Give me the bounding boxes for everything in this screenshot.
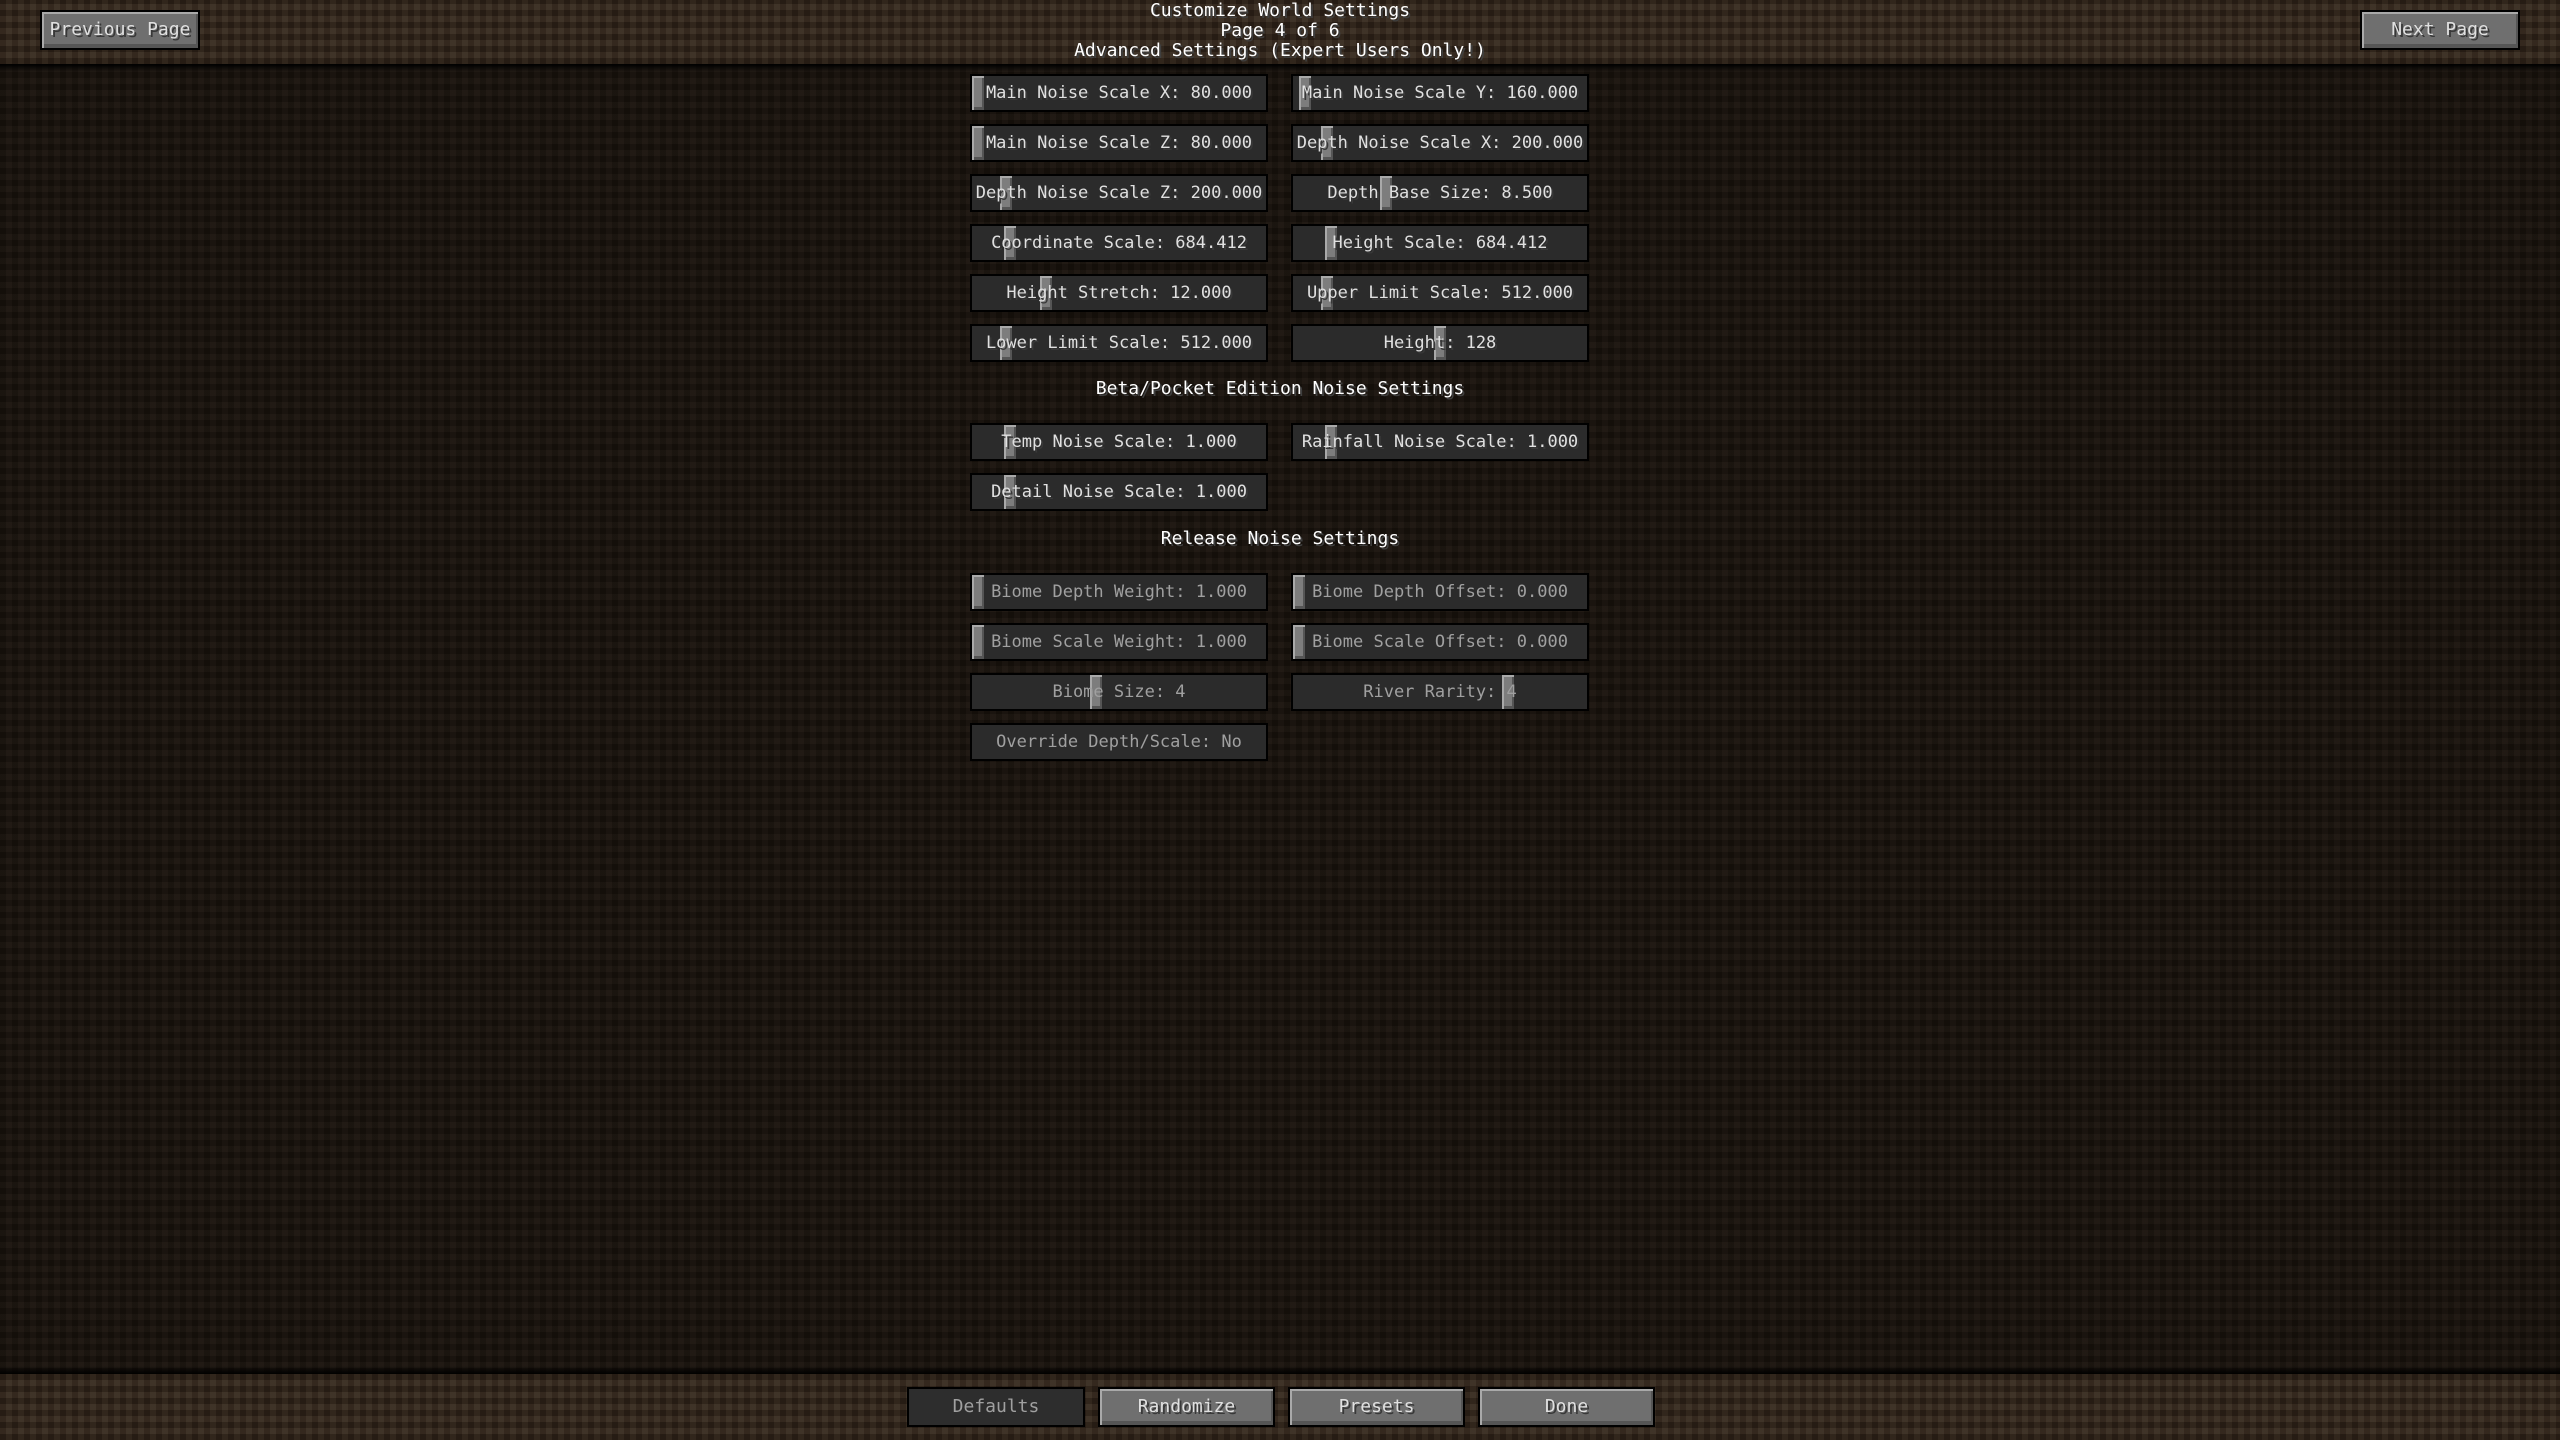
page-indicator: Page 4 of 6: [1220, 20, 1340, 41]
slider-label: Depth Noise Scale Z: 200.000: [975, 183, 1263, 203]
slider-label: Biome Size: 4: [1052, 682, 1186, 702]
slider-label: Lower Limit Scale: 512.000: [985, 333, 1253, 353]
randomize-button[interactable]: Randomize: [1098, 1387, 1275, 1427]
slider-main-noise-scale-y[interactable]: Main Noise Scale Y: 160.000: [1291, 74, 1589, 112]
slider-label: Biome Depth Weight: 1.000: [991, 582, 1247, 602]
slider-biome-scale-offset[interactable]: Biome Scale Offset: 0.000: [1291, 623, 1589, 661]
slider-label: Height: 128: [1383, 333, 1497, 353]
slider-knob[interactable]: [972, 625, 984, 659]
footer-background: [0, 1374, 2560, 1440]
slider-height-scale[interactable]: Height Scale: 684.412: [1291, 224, 1589, 262]
slider-label: Rainfall Noise Scale: 1.000: [1301, 432, 1579, 452]
section-title-beta-pocket: Beta/Pocket Edition Noise Settings: [1095, 378, 1465, 399]
slider-label: Temp Noise Scale: 1.000: [1001, 432, 1237, 452]
slider-upper-limit-scale[interactable]: Upper Limit Scale: 512.000: [1291, 274, 1589, 312]
next-page-button[interactable]: Next Page: [2360, 10, 2520, 50]
slider-label: Main Noise Scale Y: 160.000: [1301, 83, 1579, 103]
slider-knob[interactable]: [1293, 575, 1305, 609]
slider-knob[interactable]: [972, 575, 984, 609]
slider-main-noise-scale-z[interactable]: Main Noise Scale Z: 80.000: [970, 124, 1268, 162]
settings-list-area[interactable]: [0, 64, 2560, 1374]
slider-label: Biome Scale Offset: 0.000: [1312, 632, 1568, 652]
slider-knob[interactable]: [1293, 625, 1305, 659]
slider-rainfall-noise-scale[interactable]: Rainfall Noise Scale: 1.000: [1291, 423, 1589, 461]
slider-biome-depth-weight[interactable]: Biome Depth Weight: 1.000: [970, 573, 1268, 611]
page-subtitle: Advanced Settings (Expert Users Only!): [1074, 40, 1486, 61]
slider-main-noise-scale-x[interactable]: Main Noise Scale X: 80.000: [970, 74, 1268, 112]
slider-label: Upper Limit Scale: 512.000: [1306, 283, 1574, 303]
slider-label: Biome Depth Offset: 0.000: [1312, 582, 1568, 602]
defaults-button[interactable]: Defaults: [907, 1387, 1085, 1427]
button-label: Override Depth/Scale: No: [996, 732, 1242, 752]
slider-biome-scale-weight[interactable]: Biome Scale Weight: 1.000: [970, 623, 1268, 661]
slider-label: Depth Noise Scale X: 200.000: [1296, 133, 1584, 153]
presets-button[interactable]: Presets: [1288, 1387, 1465, 1427]
override-depth-scale-button[interactable]: Override Depth/Scale: No: [970, 723, 1268, 761]
slider-label: Main Noise Scale X: 80.000: [985, 83, 1253, 103]
slider-depth-base-size[interactable]: Depth Base Size: 8.500: [1291, 174, 1589, 212]
slider-biome-size[interactable]: Biome Size: 4: [970, 673, 1268, 711]
slider-temp-noise-scale[interactable]: Temp Noise Scale: 1.000: [970, 423, 1268, 461]
slider-label: Height Scale: 684.412: [1332, 233, 1548, 253]
slider-label: Main Noise Scale Z: 80.000: [985, 133, 1253, 153]
slider-label: River Rarity: 4: [1363, 682, 1517, 702]
slider-river-rarity[interactable]: River Rarity: 4: [1291, 673, 1589, 711]
page-title: Customize World Settings: [1149, 0, 1411, 21]
slider-detail-noise-scale[interactable]: Detail Noise Scale: 1.000: [970, 473, 1268, 511]
slider-coordinate-scale[interactable]: Coordinate Scale: 684.412: [970, 224, 1268, 262]
slider-label: Depth Base Size: 8.500: [1327, 183, 1553, 203]
slider-depth-noise-scale-x[interactable]: Depth Noise Scale X: 200.000: [1291, 124, 1589, 162]
slider-height-stretch[interactable]: Height Stretch: 12.000: [970, 274, 1268, 312]
slider-depth-noise-scale-z[interactable]: Depth Noise Scale Z: 200.000: [970, 174, 1268, 212]
slider-height[interactable]: Height: 128: [1291, 324, 1589, 362]
done-button[interactable]: Done: [1478, 1387, 1655, 1427]
previous-page-button[interactable]: Previous Page: [40, 10, 200, 50]
slider-lower-limit-scale[interactable]: Lower Limit Scale: 512.000: [970, 324, 1268, 362]
slider-label: Height Stretch: 12.000: [1006, 283, 1232, 303]
slider-label: Detail Noise Scale: 1.000: [991, 482, 1247, 502]
slider-knob[interactable]: [972, 126, 984, 160]
section-title-release: Release Noise Settings: [1160, 528, 1400, 549]
slider-label: Coordinate Scale: 684.412: [991, 233, 1247, 253]
slider-biome-depth-offset[interactable]: Biome Depth Offset: 0.000: [1291, 573, 1589, 611]
slider-label: Biome Scale Weight: 1.000: [991, 632, 1247, 652]
slider-knob[interactable]: [972, 76, 984, 110]
